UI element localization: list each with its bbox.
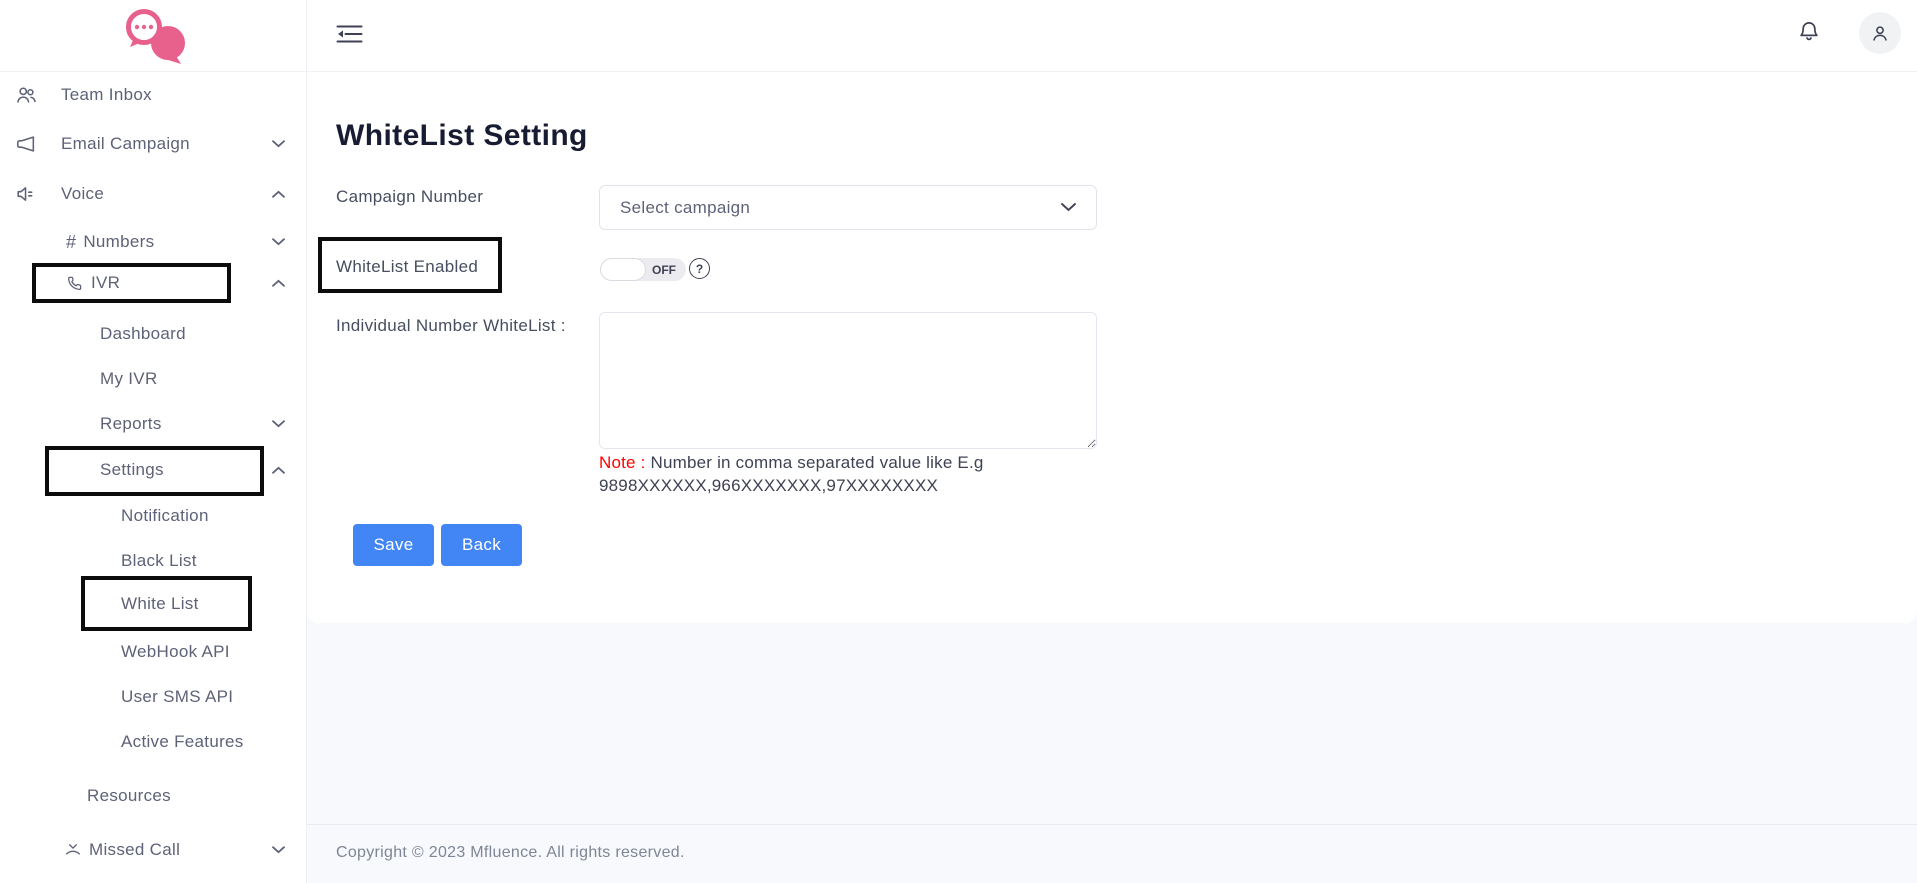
sidebar-item-notification[interactable]: Notification	[0, 499, 307, 533]
menu-fold-icon[interactable]	[336, 24, 363, 44]
people-icon	[15, 84, 37, 106]
chevron-up-icon	[272, 190, 285, 198]
whitelist-toggle[interactable]: OFF	[600, 258, 686, 281]
footer: Copyright © 2023 Mfluence. All rights re…	[307, 824, 1917, 883]
sidebar-item-black-list[interactable]: Black List	[0, 544, 307, 578]
note-prefix: Note :	[599, 453, 646, 472]
copyright-text: Copyright © 2023 Mfluence. All rights re…	[336, 844, 685, 861]
individual-whitelist-label: Individual Number WhiteList :	[336, 316, 566, 335]
sidebar-item-label: Team Inbox	[61, 85, 152, 104]
help-icon[interactable]: ?	[689, 258, 710, 279]
sidebar-item-label: Black List	[121, 551, 197, 570]
app-window: Team Inbox Email Campaign Voice # Number…	[0, 0, 1917, 883]
sidebar-item-label: Reports	[100, 414, 162, 433]
sidebar-item-user-sms-api[interactable]: User SMS API	[0, 680, 307, 714]
bell-icon[interactable]	[1796, 18, 1822, 46]
whitelist-textarea[interactable]	[599, 312, 1097, 449]
page-title: WhiteList Setting	[336, 119, 588, 152]
sidebar-item-label: Numbers	[83, 232, 155, 251]
campaign-select[interactable]: Select campaign	[599, 185, 1097, 230]
sidebar-item-ivr[interactable]: IVR	[0, 266, 307, 300]
sidebar-item-email-campaign[interactable]: Email Campaign	[0, 127, 307, 161]
brand-logo-icon[interactable]	[118, 4, 188, 66]
sidebar-item-label: Voice	[61, 184, 105, 203]
chevron-down-icon	[1061, 203, 1076, 212]
hash-icon: #	[66, 231, 77, 252]
sidebar-item-label: Active Features	[121, 732, 244, 751]
sidebar-item-numbers[interactable]: # Numbers	[0, 225, 307, 259]
sidebar-item-missed-call[interactable]: Missed Call	[0, 833, 307, 867]
sidebar-item-label: User SMS API	[121, 687, 234, 706]
sidebar-item-reports[interactable]: Reports	[0, 407, 307, 441]
note-body: Number in comma separated value like E.g	[645, 453, 984, 472]
sidebar-item-label: Notification	[121, 506, 209, 525]
user-avatar[interactable]	[1859, 12, 1901, 54]
chevron-up-icon	[272, 466, 285, 474]
sidebar-item-resources[interactable]: Resources	[0, 779, 307, 813]
sidebar-item-active-features[interactable]: Active Features	[0, 725, 307, 759]
note-example: 9898XXXXXX,966XXXXXXX,97XXXXXXXX	[599, 476, 939, 495]
sidebar-item-label: Missed Call	[89, 840, 181, 859]
sidebar-divider	[0, 71, 307, 72]
sidebar-item-label: White List	[121, 594, 199, 613]
campaign-select-value: Select campaign	[620, 197, 751, 217]
sidebar-item-label: Email Campaign	[61, 134, 190, 153]
save-button[interactable]: Save	[353, 524, 434, 566]
person-icon	[1873, 26, 1887, 41]
sidebar-item-voice[interactable]: Voice	[0, 177, 307, 211]
whitelist-enabled-label: WhiteList Enabled	[336, 257, 479, 276]
chevron-down-icon	[272, 238, 285, 246]
chevron-up-icon	[272, 279, 285, 287]
sidebar-item-label: Resources	[87, 786, 171, 805]
content-card	[307, 72, 1917, 623]
sidebar-item-webhook-api[interactable]: WebHook API	[0, 635, 307, 669]
sidebar-item-label: My IVR	[100, 369, 158, 388]
campaign-number-label: Campaign Number	[336, 187, 484, 206]
sidebar-item-my-ivr[interactable]: My IVR	[0, 362, 307, 396]
megaphone-icon	[15, 133, 37, 155]
sidebar: Team Inbox Email Campaign Voice # Number…	[0, 0, 307, 883]
sidebar-item-dashboard[interactable]: Dashboard	[0, 317, 307, 351]
sidebar-item-label: Settings	[100, 460, 164, 479]
sidebar-item-settings[interactable]: Settings	[0, 453, 307, 487]
speaker-icon	[15, 183, 37, 205]
missed-call-icon	[64, 841, 82, 859]
back-button[interactable]: Back	[441, 524, 522, 566]
chevron-down-icon	[272, 846, 285, 854]
sidebar-item-label: IVR	[91, 273, 121, 292]
top-bar	[307, 0, 1917, 72]
chevron-down-icon	[272, 420, 285, 428]
sidebar-item-label: WebHook API	[121, 642, 230, 661]
chevron-down-icon	[272, 140, 285, 148]
sidebar-item-white-list[interactable]: White List	[0, 587, 307, 621]
sidebar-item-team-inbox[interactable]: Team Inbox	[0, 78, 307, 112]
sidebar-item-label: Dashboard	[100, 324, 186, 343]
phone-icon	[66, 274, 84, 292]
toggle-state-label: OFF	[652, 262, 676, 277]
toggle-knob[interactable]	[600, 258, 646, 281]
note-text: Note : Number in comma separated value l…	[599, 451, 1159, 497]
